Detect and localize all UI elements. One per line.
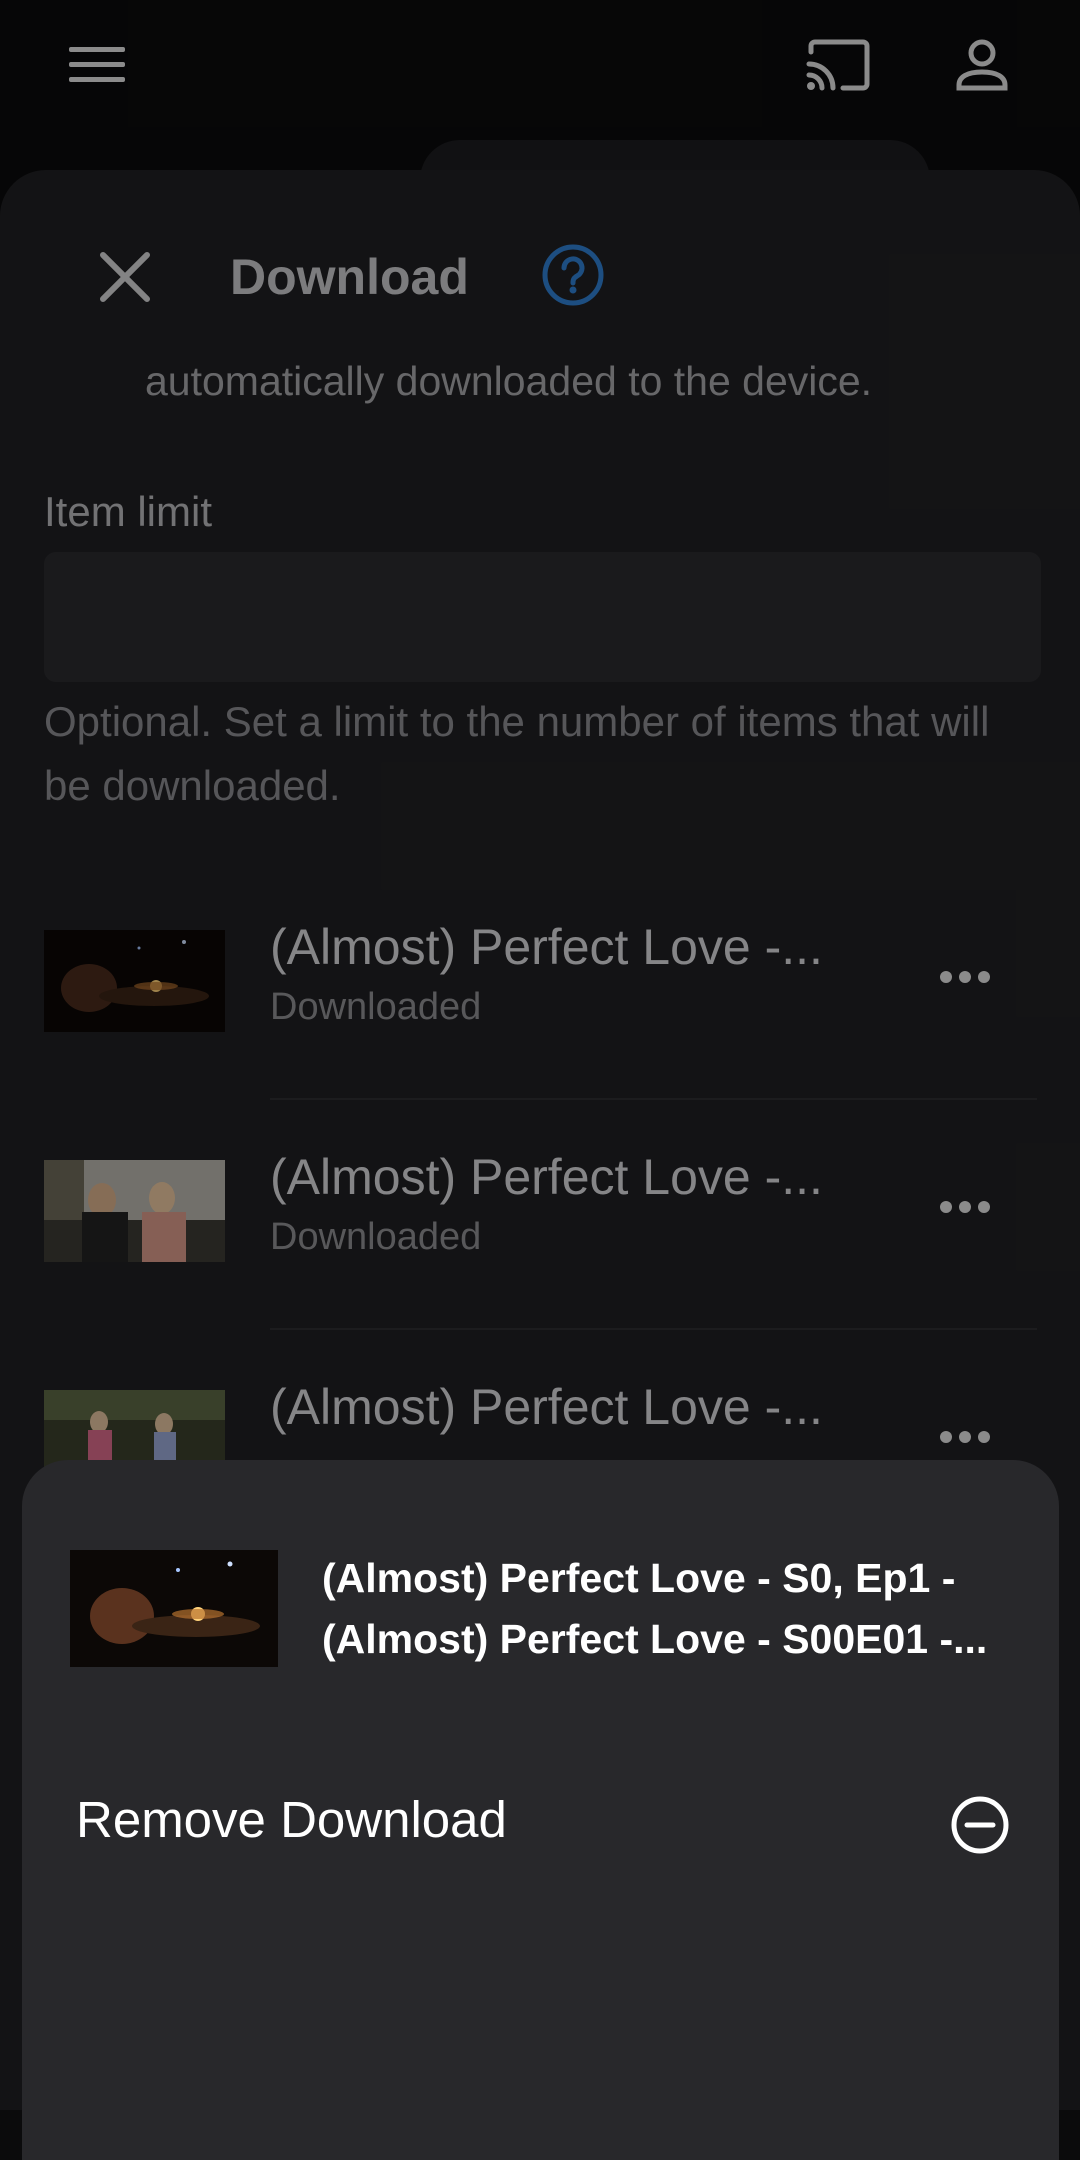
remove-download-label: Remove Download: [76, 1791, 507, 1848]
remove-download-button[interactable]: Remove Download: [22, 1760, 1059, 1890]
item-action-sheet: (Almost) Perfect Love - S0, Ep1 - (Almos…: [22, 1460, 1059, 2160]
action-sheet-title: (Almost) Perfect Love - S0, Ep1 - (Almos…: [322, 1555, 988, 1662]
episode-thumbnail: [70, 1550, 278, 1667]
remove-circle-icon: [947, 1792, 1013, 1858]
